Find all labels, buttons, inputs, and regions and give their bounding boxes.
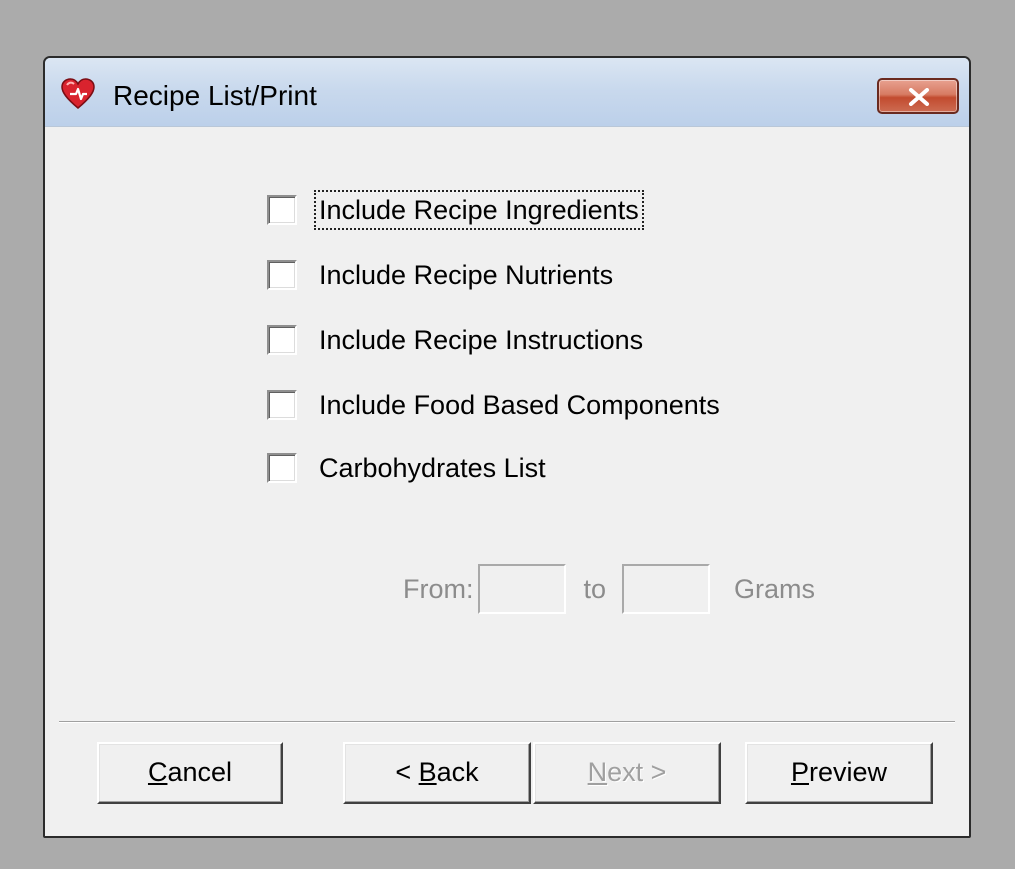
heart-icon	[61, 78, 95, 110]
cancel-button[interactable]: Cancel	[97, 742, 283, 804]
option-include-instructions[interactable]: Include Recipe Instructions	[267, 320, 645, 360]
close-button[interactable]	[877, 78, 959, 114]
close-icon	[909, 88, 929, 106]
option-include-food-based-components[interactable]: Include Food Based Components	[267, 385, 722, 425]
next-mnemonic: N	[587, 757, 608, 787]
back-prefix: <	[395, 757, 419, 787]
option-include-nutrients[interactable]: Include Recipe Nutrients	[267, 255, 615, 295]
cancel-mnemonic: C	[147, 757, 168, 787]
include-instructions-label[interactable]: Include Recipe Instructions	[317, 323, 645, 357]
option-carbohydrates-list[interactable]: Carbohydrates List	[267, 448, 548, 488]
from-grams-input[interactable]	[477, 564, 566, 614]
next-label-rest: ext >	[607, 757, 667, 787]
dialog-body: Include Recipe Ingredients Include Recip…	[45, 127, 969, 836]
carbohydrates-list-label[interactable]: Carbohydrates List	[317, 451, 548, 485]
back-button[interactable]: < Back	[343, 742, 531, 804]
include-nutrients-checkbox[interactable]	[267, 260, 297, 290]
include-instructions-checkbox[interactable]	[267, 325, 297, 355]
include-nutrients-label[interactable]: Include Recipe Nutrients	[317, 258, 615, 292]
include-ingredients-checkbox[interactable]	[267, 195, 297, 225]
from-label: From:	[403, 573, 474, 604]
option-include-ingredients[interactable]: Include Recipe Ingredients	[267, 190, 644, 230]
carbohydrates-list-checkbox[interactable]	[267, 453, 297, 483]
preview-button[interactable]: Preview	[745, 742, 933, 804]
to-label: to	[583, 573, 607, 604]
back-mnemonic: B	[418, 757, 437, 787]
grams-unit-label: Grams	[734, 573, 816, 604]
to-grams-input[interactable]	[622, 564, 711, 614]
include-food-based-components-label[interactable]: Include Food Based Components	[317, 388, 722, 422]
title-bar[interactable]: Recipe List/Print	[45, 58, 969, 127]
include-food-based-components-checkbox[interactable]	[267, 390, 297, 420]
button-separator	[59, 721, 955, 723]
include-ingredients-label[interactable]: Include Recipe Ingredients	[314, 190, 644, 230]
cancel-label-rest: ancel	[167, 757, 233, 787]
preview-mnemonic: P	[790, 757, 809, 787]
next-button[interactable]: Next >	[533, 742, 721, 804]
back-label-rest: ack	[436, 757, 479, 787]
preview-label-rest: review	[808, 757, 888, 787]
window-title: Recipe List/Print	[113, 80, 317, 111]
carbohydrates-range: From: to Grams	[403, 563, 815, 615]
recipe-list-print-dialog: Recipe List/Print Include Recipe Ingredi…	[43, 56, 971, 838]
